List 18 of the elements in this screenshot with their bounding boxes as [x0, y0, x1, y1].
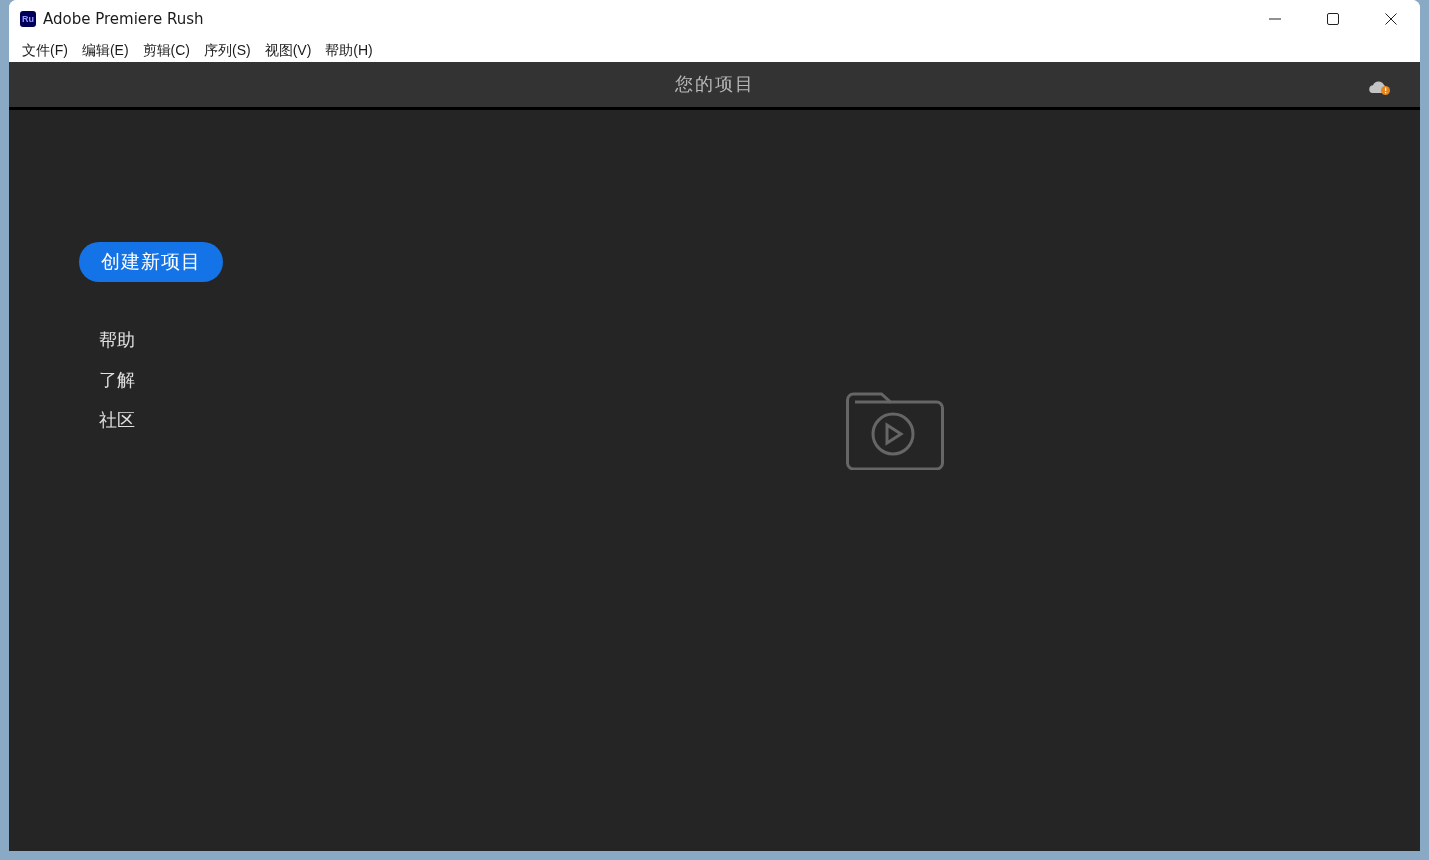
maximize-icon	[1327, 13, 1339, 25]
header-title: 您的项目	[674, 73, 755, 96]
close-icon	[1385, 13, 1397, 25]
sidebar-link[interactable]: 帮助	[99, 327, 135, 352]
window-title: Adobe Premiere Rush	[43, 8, 204, 30]
app-icon: Ru	[20, 11, 36, 27]
folder-play-icon	[846, 390, 944, 470]
sidebar-link[interactable]: 社区	[99, 407, 135, 432]
minimize-icon	[1269, 18, 1281, 20]
sidebar-link[interactable]: 了解	[99, 367, 135, 392]
cloud-warning-icon[interactable]	[1368, 78, 1392, 96]
create-project-button[interactable]: 创建新项目	[79, 242, 223, 282]
menu-item[interactable]: 视图(V)	[259, 40, 317, 60]
menu-item[interactable]: 序列(S)	[199, 40, 256, 60]
menu-item[interactable]: 剪辑(C)	[137, 40, 195, 60]
menu-item[interactable]: 帮助(H)	[320, 40, 378, 60]
menu-item[interactable]: 编辑(E)	[76, 40, 134, 60]
menu-item[interactable]: 文件(F)	[17, 40, 73, 60]
